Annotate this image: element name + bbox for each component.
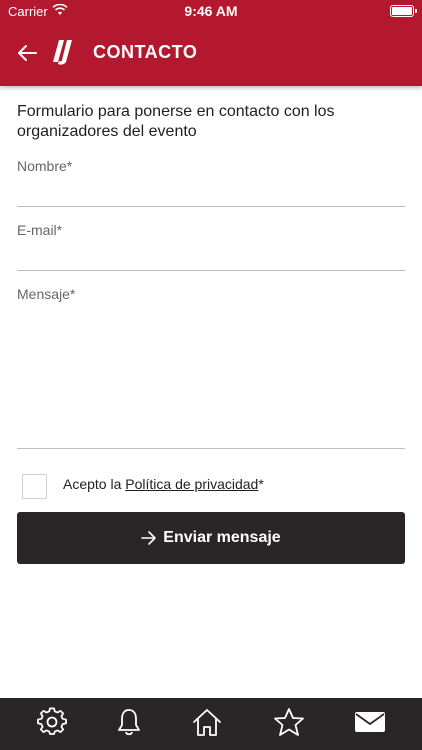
send-message-button[interactable]: Enviar mensaje bbox=[17, 512, 405, 564]
envelope-icon bbox=[355, 712, 385, 732]
tab-contact[interactable] bbox=[354, 706, 386, 738]
privacy-policy-link[interactable]: Política de privacidad bbox=[125, 476, 258, 492]
tab-settings[interactable] bbox=[36, 706, 68, 738]
battery-icon bbox=[390, 5, 417, 17]
form-intro-text: Formulario para ponerse en contacto con … bbox=[17, 103, 335, 140]
page-title: CONTACTO bbox=[93, 42, 198, 62]
gear-icon bbox=[37, 707, 67, 735]
arrow-right-icon bbox=[141, 531, 157, 545]
consent-prefix: Acepto la bbox=[63, 476, 126, 492]
app-header: Carrier 9:46 AM CONTACTO bbox=[0, 0, 422, 86]
status-bar: Carrier 9:46 AM bbox=[0, 0, 422, 22]
star-icon bbox=[274, 708, 304, 736]
bottom-tab-bar bbox=[0, 698, 422, 750]
privacy-consent-text: Acepto la Política de privacidad* bbox=[63, 476, 264, 492]
consent-suffix: * bbox=[258, 476, 264, 492]
send-message-label: Enviar mensaje bbox=[163, 529, 281, 546]
tab-home[interactable] bbox=[191, 706, 223, 738]
back-arrow-icon[interactable] bbox=[14, 40, 40, 66]
name-field-label: Nombre* bbox=[17, 158, 73, 174]
email-field-label: E-mail* bbox=[17, 222, 63, 238]
privacy-checkbox[interactable] bbox=[22, 474, 47, 499]
tab-favorites[interactable] bbox=[273, 706, 305, 738]
name-field[interactable] bbox=[17, 206, 405, 207]
brand-logo-icon bbox=[53, 40, 72, 65]
status-time: 9:46 AM bbox=[184, 3, 238, 19]
bell-icon bbox=[118, 709, 140, 736]
message-field[interactable] bbox=[17, 448, 405, 449]
email-field[interactable] bbox=[17, 270, 405, 271]
tab-notifications[interactable] bbox=[113, 706, 145, 738]
message-field-label: Mensaje* bbox=[17, 286, 76, 302]
home-icon bbox=[193, 709, 221, 736]
